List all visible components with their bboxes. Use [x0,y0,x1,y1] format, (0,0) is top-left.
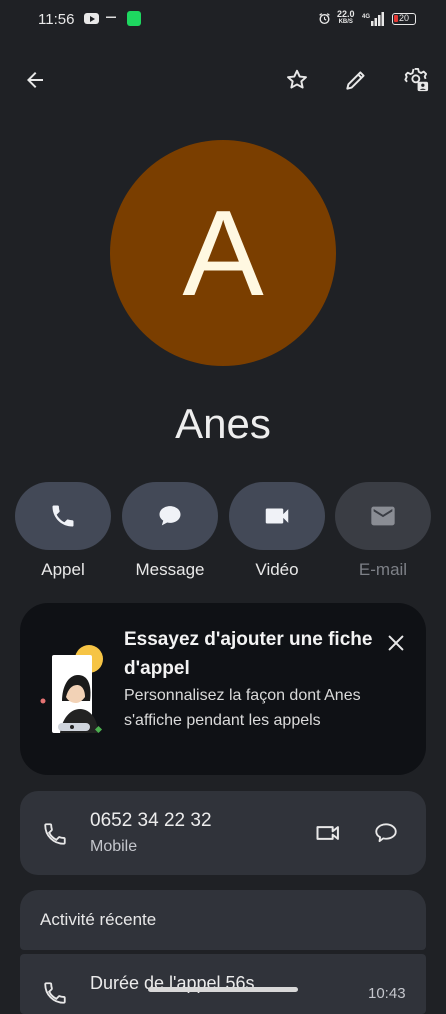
promo-title: Essayez d'ajouter une fiche d'appel [124,629,373,679]
call-action-button[interactable] [15,482,111,550]
recent-call-entry[interactable]: Durée de l'appel 56s 10:43 [20,954,426,1014]
alarm-icon [319,13,330,25]
network-speed-value: 22.0 [337,9,355,19]
email-action-label: E-mail [358,560,408,579]
edit-pencil-icon [346,71,365,90]
email-action-button[interactable] [335,482,431,550]
avatar-initial: A [182,185,264,321]
video-outline-icon [316,826,339,840]
phone-outline-icon [44,982,66,1004]
send-message-button[interactable] [366,813,406,853]
youtube-notification-icon [84,13,99,24]
network-speed: 22.0 KB/S [337,10,355,26]
message-action-label: Message [135,560,205,579]
call-time: 10:43 [368,985,406,1002]
call-card-promo[interactable]: Essayez d'ajouter une fiche d'appel Pers… [20,603,426,775]
star-icon [287,69,307,89]
promo-description: Personnalisez la façon dont Anes s'affic… [124,687,361,729]
call-card-illustration [40,645,103,734]
favorite-button[interactable] [277,60,317,100]
back-arrow-icon [27,72,43,88]
app-notification-icon: ▬▬ [106,14,116,20]
status-time: 11:56 [38,11,75,28]
video-call-button[interactable] [308,813,348,853]
svg-text:4G: 4G [362,14,370,20]
video-action-label: Vidéo [255,560,299,579]
battery-level: 20 [399,13,410,23]
contact-name: Anes [175,400,271,447]
email-icon [371,506,395,526]
back-button[interactable] [15,60,55,100]
contact-settings-button[interactable] [397,60,437,100]
recent-activity-header: Activité récente [20,890,426,950]
battery-icon: 20 [392,13,416,25]
dismiss-promo-button[interactable] [376,623,416,663]
green-app-notification-icon [127,11,141,26]
status-bar: 11:56 ▬▬ 22.0 KB/S 4G 20 [0,0,446,40]
call-action-label: Appel [41,560,85,579]
phone-icon [52,505,74,527]
phone-number: 0652 34 22 32 [90,810,212,831]
home-indicator[interactable] [148,987,298,992]
video-icon [265,508,289,524]
signal-icon: 4G [362,12,384,26]
message-outline-icon [375,823,397,843]
contact-avatar: A [110,140,336,366]
phone-number-row[interactable]: 0652 34 22 32 Mobile [20,791,426,875]
video-action-button[interactable] [229,482,325,550]
edit-button[interactable] [336,60,376,100]
contact-settings-icon [404,67,429,92]
phone-type: Mobile [90,838,138,855]
message-icon [159,506,181,526]
recent-activity-title: Activité récente [40,910,157,929]
network-speed-unit: KB/S [338,19,353,25]
close-icon [388,635,404,651]
phone-outline-icon [44,823,66,845]
message-action-button[interactable] [122,482,218,550]
